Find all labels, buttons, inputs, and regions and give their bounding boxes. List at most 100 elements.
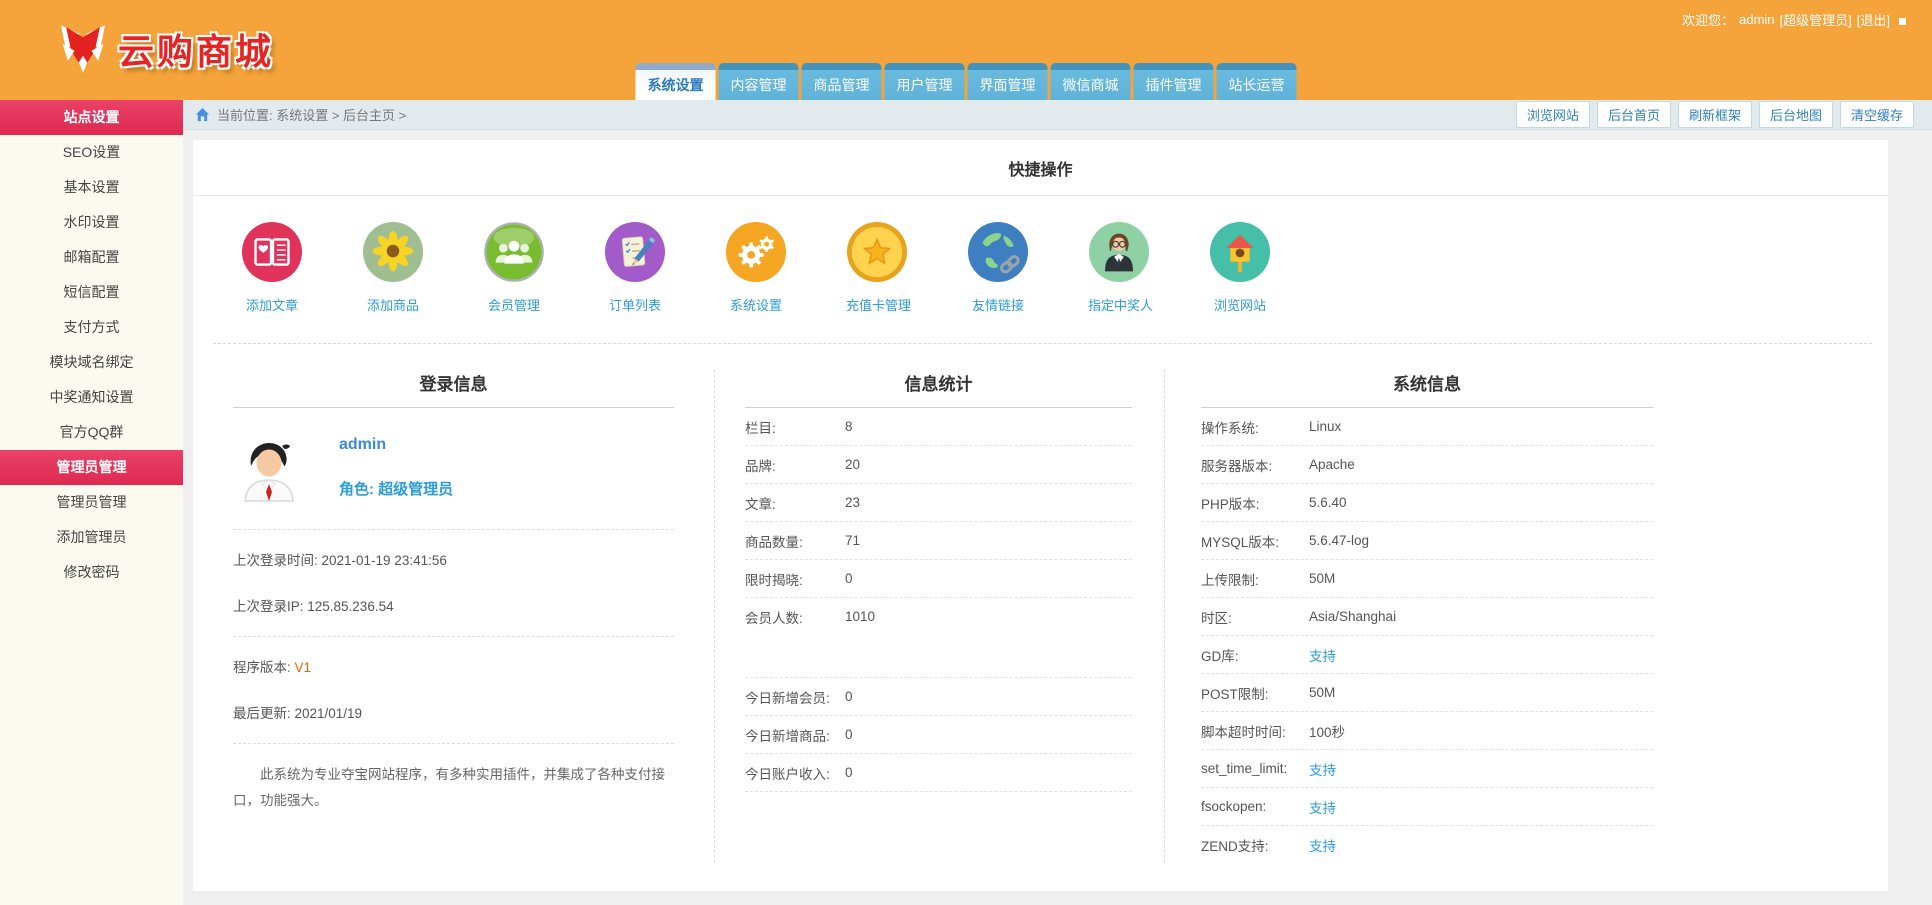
quickop-browse-site[interactable]: 浏览网站 <box>1209 221 1271 314</box>
logo-text: 云购商城 <box>118 31 275 72</box>
sidebar: 站点设置 SEO设置 基本设置 水印设置 邮箱配置 短信配置 支付方式 模块域名… <box>0 100 183 905</box>
sidebar-item-email[interactable]: 邮箱配置 <box>0 240 183 275</box>
welcome-role-badge: [超级管理员] <box>1779 13 1852 28</box>
refresh-frame-button[interactable]: 刷新框架 <box>1677 101 1752 128</box>
stat-row-income-today: 今日账户收入: 0 <box>745 754 1132 792</box>
sidebar-item-admin-manage[interactable]: 管理员管理 <box>0 485 183 520</box>
sidebar-item-domain-bind[interactable]: 模块域名绑定 <box>0 345 183 380</box>
quickop-assign-winner[interactable]: 指定中奖人 <box>1088 221 1153 314</box>
settings-gear-icon <box>725 221 787 283</box>
quickop-recharge-card[interactable]: 充值卡管理 <box>846 221 912 314</box>
sidebar-item-watermark[interactable]: 水印设置 <box>0 205 183 240</box>
quickop-settings[interactable]: 系统设置 <box>725 221 787 314</box>
version-value: V1 <box>294 660 312 675</box>
stat-row-timed-reveal: 限时揭晓: 0 <box>745 560 1132 598</box>
sys-row-fsockopen: fsockopen: 支持 <box>1201 788 1653 826</box>
coin-star-icon <box>846 221 908 283</box>
stat-row-new-members-today: 今日新增会员: 0 <box>745 678 1132 716</box>
backend-map-button[interactable]: 后台地图 <box>1758 101 1833 128</box>
quickop-add-article[interactable]: 添加文章 <box>241 221 303 314</box>
fox-logo-icon <box>61 25 105 73</box>
sidebar-item-change-password[interactable]: 修改密码 <box>0 555 183 590</box>
sidebar-item-win-notify[interactable]: 中奖通知设置 <box>0 380 183 415</box>
quickop-members[interactable]: 会员管理 <box>483 221 545 314</box>
quickop-label: 会员管理 <box>487 298 540 313</box>
logo: 云购商城 <box>56 20 274 78</box>
sys-row-upload-limit: 上传限制: 50M <box>1201 560 1653 598</box>
clear-cache-button[interactable]: 清空缓存 <box>1839 101 1914 128</box>
program-version-row: 程序版本: V1 <box>233 643 674 689</box>
add-article-icon <box>241 221 303 283</box>
breadcrumb: 当前位置: 系统设置 > 后台主页 > <box>217 108 407 123</box>
toolbar: 浏览网站 后台首页 刷新框架 后台地图 清空缓存 <box>1515 101 1914 128</box>
tab-product-manage[interactable]: 商品管理 <box>801 63 882 100</box>
sidebar-item-sms[interactable]: 短信配置 <box>0 275 183 310</box>
sys-row-php: PHP版本: 5.6.40 <box>1201 484 1653 522</box>
sys-row-os: 操作系统: Linux <box>1201 408 1653 446</box>
welcome-marker-square <box>1899 18 1906 25</box>
info-panels: 登录信息 admin 角色: 超级管理员 上次登录时间: 2021-01-19 … <box>193 344 1888 891</box>
system-panel-title: 系统信息 <box>1201 370 1653 408</box>
last-login-time: 上次登录时间: 2021-01-19 23:41:56 <box>233 553 447 568</box>
browse-site-button[interactable]: 浏览网站 <box>1515 101 1590 128</box>
stat-row-columns: 栏目: 8 <box>745 408 1132 446</box>
quickop-label: 友情链接 <box>971 298 1024 313</box>
statistics-panel: 信息统计 栏目: 8 品牌: 20 文章: 23 商品数量: 71 限时揭晓: 0 会员人… <box>714 370 1164 863</box>
sidebar-item-add-admin[interactable]: 添加管理员 <box>0 520 183 555</box>
quickop-label: 系统设置 <box>729 298 782 313</box>
sidebar-item-payment[interactable]: 支付方式 <box>0 310 183 345</box>
stat-row-brands: 品牌: 20 <box>745 446 1132 484</box>
welcome-bar: 欢迎您： admin [超级管理员] [退出] <box>1682 10 1906 29</box>
globe-link-icon <box>967 221 1029 283</box>
today-stats-group: 今日新增会员: 0 今日新增商品: 0 今日账户收入: 0 <box>745 677 1132 792</box>
login-panel-title: 登录信息 <box>233 370 674 408</box>
quick-ops-row: 添加文章 添加商品 会员管理 订单列表 系统设置 充值卡管理 友情链接 指定中奖… <box>193 196 1888 314</box>
home-icon <box>195 107 210 122</box>
tab-wechat-mall[interactable]: 微信商城 <box>1050 63 1131 100</box>
sys-row-timezone: 时区: Asia/Shanghai <box>1201 598 1653 636</box>
sidebar-item-admin-manage-header[interactable]: 管理员管理 <box>0 450 183 485</box>
quickop-friend-links[interactable]: 友情链接 <box>967 221 1029 314</box>
add-product-icon <box>362 221 424 283</box>
sidebar-item-site-settings[interactable]: 站点设置 <box>0 100 183 135</box>
tab-system-settings[interactable]: 系统设置 <box>635 63 716 100</box>
logout-link[interactable]: [退出] <box>1857 10 1890 29</box>
content-card: 快捷操作 添加文章 添加商品 会员管理 订单列表 系统设置 充值卡管理 友情链接… <box>193 140 1888 891</box>
quick-ops-title: 快捷操作 <box>1008 162 1073 179</box>
tab-content-manage[interactable]: 内容管理 <box>718 63 799 100</box>
tab-user-manage[interactable]: 用户管理 <box>884 63 965 100</box>
quickop-label: 订单列表 <box>608 298 661 313</box>
system-description: 此系统为专业夺宝网站程序，有多种实用插件，并集成了各种支付接口，功能强大。 <box>233 767 665 808</box>
user-meta: admin 角色: 超级管理员 <box>339 433 453 505</box>
welcome-username: admin <box>1739 12 1775 27</box>
quickop-label: 充值卡管理 <box>846 298 912 313</box>
sys-row-server: 服务器版本: Apache <box>1201 446 1653 484</box>
breadcrumb-bar: 当前位置: 系统设置 > 后台主页 > 浏览网站 后台首页 刷新框架 后台地图 … <box>183 100 1932 130</box>
quickop-label: 添加文章 <box>245 298 298 313</box>
sys-row-script-timeout: 脚本超时时间: 100秒 <box>1201 712 1653 750</box>
quickop-label: 浏览网站 <box>1213 298 1266 313</box>
stat-row-members: 会员人数: 1010 <box>745 609 876 626</box>
last-updated-row: 最后更新: 2021/01/19 <box>233 706 363 721</box>
user-block: admin 角色: 超级管理员 <box>233 408 674 530</box>
quickop-orders[interactable]: 订单列表 <box>604 221 666 314</box>
sys-row-gd: GD库: 支持 <box>1201 636 1653 674</box>
tab-plugin-manage[interactable]: 插件管理 <box>1133 63 1214 100</box>
sidebar-item-qq-group[interactable]: 官方QQ群 <box>0 415 183 450</box>
sidebar-item-basic[interactable]: 基本设置 <box>0 170 183 205</box>
sys-row-mysql: MYSQL版本: 5.6.47-log <box>1201 522 1653 560</box>
version-block: 程序版本: V1 最后更新: 2021/01/19 <box>233 637 674 744</box>
quickop-add-product[interactable]: 添加商品 <box>362 221 424 314</box>
stats-panel-title: 信息统计 <box>745 370 1132 408</box>
tab-ui-manage[interactable]: 界面管理 <box>967 63 1048 100</box>
top-header: 云购商城 欢迎您： admin [超级管理员] [退出] 系统设置 内容管理 商… <box>0 0 1932 100</box>
login-info-panel: 登录信息 admin 角色: 超级管理员 上次登录时间: 2021-01-19 … <box>193 370 714 863</box>
user-name: admin <box>339 436 387 453</box>
stats-spacer <box>745 635 1132 677</box>
sidebar-item-seo[interactable]: SEO设置 <box>0 135 183 170</box>
stat-row-articles: 文章: 23 <box>745 484 1132 522</box>
sys-row-set-time-limit: set_time_limit: 支持 <box>1201 750 1653 788</box>
tab-webmaster-ops[interactable]: 站长运营 <box>1216 63 1297 100</box>
backend-home-button[interactable]: 后台首页 <box>1596 101 1671 128</box>
stat-row-new-products-today: 今日新增商品: 0 <box>745 716 1132 754</box>
